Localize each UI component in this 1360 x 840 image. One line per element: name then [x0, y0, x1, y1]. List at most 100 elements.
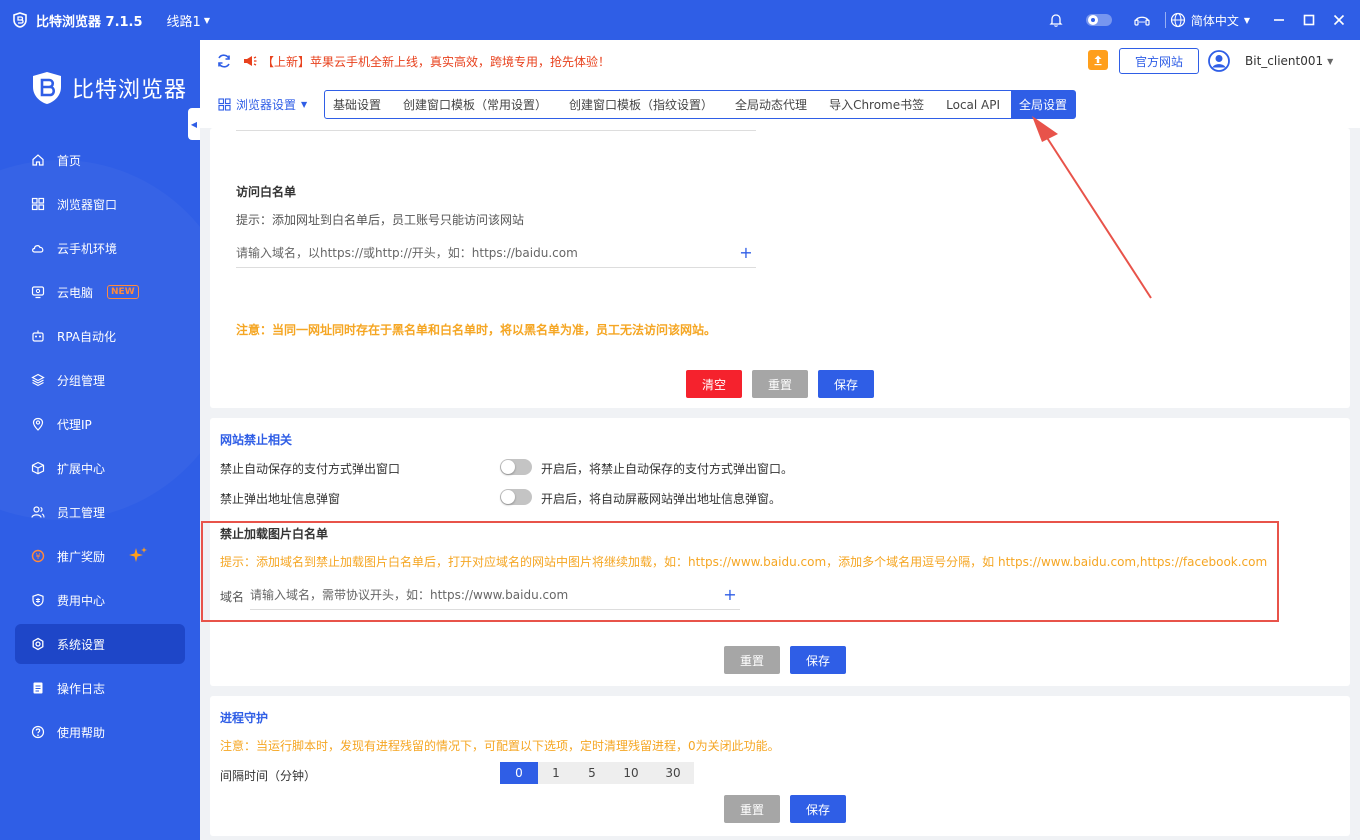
tab-window-template-common[interactable]: 创建窗口模板（常用设置） — [392, 91, 558, 118]
sidebar-item-system-settings[interactable]: 系统设置 — [15, 624, 185, 664]
chevron-down-icon: ▼ — [1327, 56, 1334, 66]
annotation-arrow — [1032, 116, 1152, 299]
process-guard-card: 进程守护 注意：当运行脚本时，发现有进程残留的情况下，可配置以下选项，定时清理残… — [210, 696, 1350, 836]
notice-text[interactable]: 【上新】苹果云手机全新上线，真实高效，跨境专用，抢先体验！ — [262, 53, 610, 70]
whitelist-note: 注意：当同一网址同时存在于黑名单和白名单时，将以黑名单为准，员工无法访问该网站。 — [236, 323, 717, 337]
tab-local-api[interactable]: Local API — [935, 91, 1011, 118]
reset-button[interactable]: 重置 — [724, 795, 780, 823]
sidebar-item-operation-log[interactable]: 操作日志 — [15, 668, 185, 708]
sidebar-item-label: 系统设置 — [57, 637, 106, 652]
sidebar-item-label: 首页 — [57, 153, 82, 168]
sidebar-nav: 首页 浏览器窗口 云手机环境 云电脑 NEW RPA自动化 分组管理 代理IP — [15, 140, 185, 756]
line-select[interactable]: 线路1 ▼ — [167, 11, 210, 30]
shield-icon — [32, 593, 44, 607]
interval-option-1[interactable]: 1 — [538, 762, 574, 784]
sidebar-item-label: 费用中心 — [57, 593, 106, 608]
settings-tabs: 基础设置 创建窗口模板（常用设置） 创建窗口模板（指纹设置） 全局动态代理 导入… — [324, 90, 1077, 119]
toolbar-divider — [1164, 12, 1166, 28]
clear-button[interactable]: 清空 — [686, 370, 742, 398]
refresh-icon[interactable] — [216, 53, 232, 69]
tab-global-dynamic-proxy[interactable]: 全局动态代理 — [724, 91, 818, 118]
language-label: 简体中文 — [1190, 13, 1239, 28]
sidebar-collapse-button[interactable]: ◀ — [188, 108, 200, 140]
user-menu[interactable]: Bit_client001 ▼ — [1245, 54, 1333, 68]
sidebar-item-label: 云电脑 — [57, 285, 94, 300]
interval-option-10[interactable]: 10 — [610, 762, 652, 784]
save-button[interactable]: 保存 — [818, 370, 874, 398]
interval-option-0[interactable]: 0 — [500, 762, 538, 784]
brand: 比特浏览器 — [30, 70, 187, 106]
tab-import-chrome-bookmarks[interactable]: 导入Chrome书签 — [818, 91, 935, 118]
sidebar-item-home[interactable]: 首页 — [15, 140, 185, 180]
sidebar-item-label: 代理IP — [57, 417, 92, 432]
grid-icon — [218, 98, 231, 111]
save-button[interactable]: 保存 — [790, 795, 846, 823]
close-button[interactable] — [1328, 9, 1350, 31]
whitelist-hint: 提示：添加网址到白名单后，员工账号只能访问该网站 — [236, 213, 525, 227]
sidebar-item-label: 云手机环境 — [57, 241, 118, 256]
svg-text:¥: ¥ — [35, 552, 40, 561]
line-select-label: 线路1 — [166, 14, 201, 30]
interval-option-30[interactable]: 30 — [652, 762, 694, 784]
sidebar-item-proxy[interactable]: 代理IP — [15, 404, 185, 444]
sidebar-item-extensions[interactable]: 扩展中心 — [15, 448, 185, 488]
sidebar-item-help[interactable]: 使用帮助 — [15, 712, 185, 752]
browser-settings-label: 浏览器设置 — [236, 98, 297, 112]
cube-icon — [31, 461, 45, 475]
sidebar-item-label: 分组管理 — [57, 373, 106, 388]
address-popup-label: 禁止弹出地址信息弹窗 — [220, 492, 341, 506]
title-bar: 比特浏览器 7.1.5 线路1 ▼ 简体中文 ▼ — [0, 0, 1360, 40]
chevron-down-icon: ▼ — [301, 100, 308, 109]
interval-option-5[interactable]: 5 — [574, 762, 610, 784]
cloud-icon — [32, 245, 44, 253]
app-title: 比特浏览器 7.1.5 — [36, 14, 143, 30]
sidebar-item-browser-windows[interactable]: 浏览器窗口 — [15, 184, 185, 224]
language-select[interactable]: 简体中文 ▼ — [1170, 12, 1250, 29]
save-button[interactable]: 保存 — [790, 646, 846, 674]
address-popup-toggle[interactable] — [500, 489, 532, 505]
update-button[interactable] — [1088, 50, 1108, 70]
payment-popup-toggle[interactable] — [500, 459, 532, 475]
browser-settings-menu[interactable]: 浏览器设置 ▼ — [218, 96, 307, 113]
reset-button[interactable]: 重置 — [724, 646, 780, 674]
users-icon — [31, 506, 45, 518]
maximize-button[interactable] — [1298, 9, 1320, 31]
avatar[interactable] — [1208, 50, 1230, 72]
add-icon[interactable]: + — [736, 243, 756, 262]
toggle-knob — [501, 490, 515, 504]
sidebar-item-rpa[interactable]: RPA自动化 — [15, 316, 185, 356]
chevron-down-icon: ▼ — [203, 15, 210, 25]
sidebar-item-label: RPA自动化 — [57, 329, 117, 344]
site-block-title: 网站禁止相关 — [220, 433, 293, 447]
whitelist-title: 访问白名单 — [236, 185, 297, 199]
monitor-icon — [31, 286, 45, 299]
whitelist-input[interactable] — [236, 238, 736, 267]
sidebar-item-staff[interactable]: 员工管理 — [15, 492, 185, 532]
sidebar-item-label: 操作日志 — [57, 681, 106, 696]
tab-basic[interactable]: 基础设置 — [331, 91, 392, 118]
sidebar-item-label: 浏览器窗口 — [57, 197, 118, 212]
log-icon — [33, 682, 43, 694]
sidebar-item-referral[interactable]: ¥ 推广奖励 — [15, 536, 185, 576]
interval-label: 间隔时间（分钟） — [220, 769, 317, 783]
minimize-button[interactable] — [1268, 9, 1290, 31]
gear-icon — [32, 637, 44, 651]
sidebar-item-billing[interactable]: 费用中心 — [15, 580, 185, 620]
whitelist-input-row: + — [236, 238, 756, 268]
payment-popup-desc: 开启后，将禁止自动保存的支付方式弹出窗口。 — [541, 462, 794, 476]
sidebar-item-label: 使用帮助 — [57, 725, 106, 740]
whitelist-card: 访问白名单 提示：添加网址到白名单后，员工账号只能访问该网站 + 注意：当同一网… — [210, 128, 1350, 408]
tab-window-template-fingerprint[interactable]: 创建窗口模板（指纹设置） — [558, 91, 724, 118]
sidebar-item-label: 推广奖励 — [57, 549, 106, 564]
support-icon[interactable] — [1133, 11, 1151, 29]
bell-icon[interactable] — [1047, 11, 1065, 29]
sidebar-item-cloud-phone[interactable]: 云手机环境 — [15, 228, 185, 268]
theme-toggle-icon[interactable] — [1085, 11, 1113, 29]
sidebar-item-groups[interactable]: 分组管理 — [15, 360, 185, 400]
reset-button[interactable]: 重置 — [752, 370, 808, 398]
chevron-down-icon: ▼ — [1243, 15, 1250, 25]
sidebar-item-cloud-pc[interactable]: 云电脑 NEW — [15, 272, 185, 312]
official-site-button[interactable]: 官方网站 — [1119, 48, 1199, 74]
sidebar-item-label: 扩展中心 — [57, 461, 106, 476]
upload-icon — [1094, 55, 1102, 66]
